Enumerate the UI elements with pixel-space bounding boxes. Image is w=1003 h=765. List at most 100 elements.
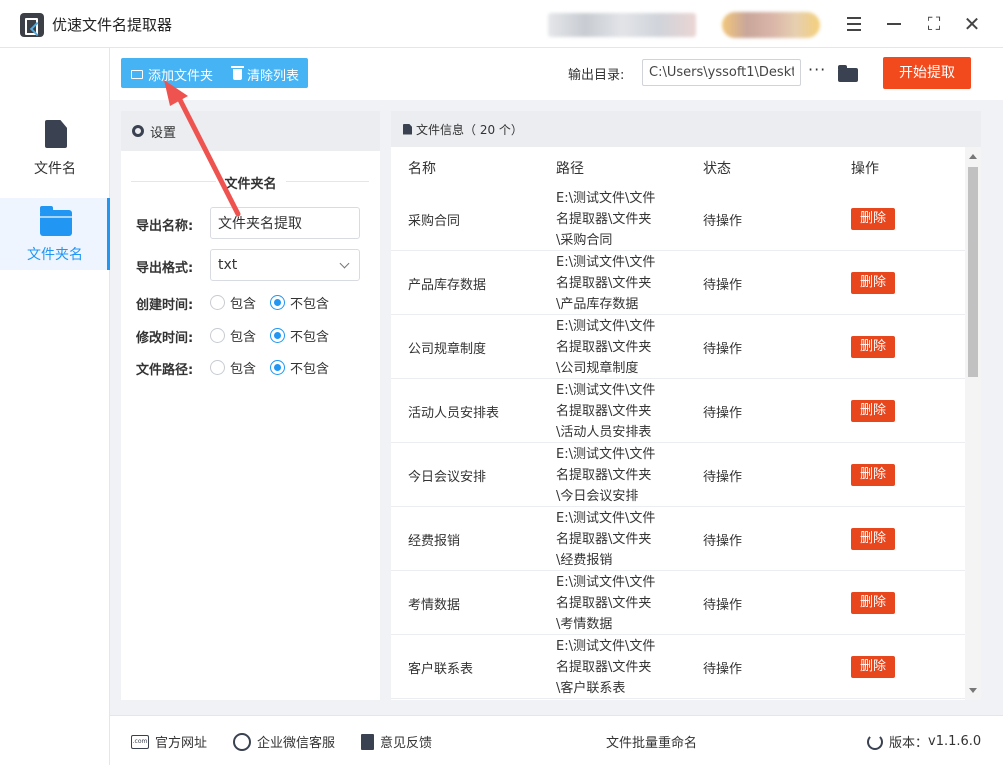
scroll-thumb[interactable] (968, 167, 978, 377)
table-header: 名称 路径 状态 操作 (391, 147, 965, 187)
sidebar: 文件名 文件夹名 (0, 48, 110, 765)
modified-include-option[interactable]: 包含 (210, 326, 256, 345)
app-logo-icon (20, 13, 44, 37)
row-status: 待操作 (703, 406, 743, 421)
version-info[interactable]: 版本： v1.1.6.0 (867, 732, 981, 751)
website-link[interactable]: .com 官方网址 (131, 732, 207, 751)
gear-icon (132, 125, 144, 137)
add-folder-button[interactable]: 添加文件夹 (131, 65, 213, 84)
settings-panel: 设置 文件夹名 导出名称: 导出格式: txt 创建时间: 包含 不包含 修改时… (121, 111, 380, 700)
settings-header: 设置 (121, 111, 380, 151)
add-folder-label: 添加文件夹 (148, 69, 214, 84)
table-row: 今日会议安排 E:\测试文件\文件名提取器\文件夹\今日会议安排 待操作 删除 (391, 443, 965, 507)
radio-checked[interactable] (270, 360, 286, 375)
menu-icon[interactable] (842, 12, 866, 36)
option-label: 不包含 (290, 330, 330, 345)
sidebar-item-label: 文件夹名 (27, 247, 83, 263)
row-path: E:\测试文件\文件名提取器\文件夹\经费报销 (556, 511, 656, 568)
radio-checked[interactable] (270, 295, 286, 310)
table-row: 考情数据 E:\测试文件\文件名提取器\文件夹\考情数据 待操作 删除 (391, 571, 965, 635)
file-path-radio-group: 包含 不包含 (210, 358, 343, 377)
minimize-icon[interactable] (882, 12, 906, 36)
row-name: 活动人员安排表 (408, 406, 500, 421)
scroll-down-icon[interactable] (969, 688, 977, 693)
path-include-option[interactable]: 包含 (210, 358, 256, 377)
row-status: 待操作 (703, 214, 743, 229)
browse-folder-icon[interactable] (838, 65, 858, 82)
vertical-scrollbar[interactable] (965, 147, 981, 700)
row-path: E:\测试文件\文件名提取器\文件夹\今日会议安排 (556, 447, 656, 504)
row-path: E:\测试文件\文件名提取器\文件夹\活动人员安排表 (556, 383, 656, 440)
option-label: 包含 (230, 297, 257, 312)
batch-rename-link[interactable]: 文件批量重命名 (606, 732, 697, 751)
column-header-status: 状态 (703, 161, 731, 177)
column-header-path: 路径 (556, 161, 584, 177)
start-extract-button[interactable]: 开始提取 (883, 57, 971, 89)
row-name: 经费报销 (408, 534, 461, 549)
modified-exclude-option[interactable]: 不包含 (270, 326, 329, 345)
close-icon[interactable]: ✕ (960, 12, 984, 36)
created-time-radio-group: 包含 不包含 (210, 293, 343, 312)
sidebar-item-filename[interactable]: 文件名 (0, 112, 110, 184)
folder-outline-icon (131, 70, 143, 79)
row-path: E:\测试文件\文件名提取器\文件夹\客户联系表 (556, 639, 656, 696)
more-options-icon[interactable]: ··· (808, 60, 826, 79)
version-number: v1.1.6.0 (928, 734, 982, 749)
batch-rename-label: 文件批量重命名 (606, 736, 698, 751)
table-row: 客户联系表 E:\测试文件\文件名提取器\文件夹\客户联系表 待操作 删除 (391, 635, 965, 699)
delete-button[interactable]: 删除 (851, 656, 895, 678)
path-exclude-option[interactable]: 不包含 (270, 358, 329, 377)
export-format-value: txt (218, 257, 238, 273)
app-title: 优速文件名提取器 (52, 16, 173, 34)
delete-button[interactable]: 删除 (851, 528, 895, 550)
output-dir-input[interactable] (642, 59, 801, 86)
delete-button[interactable]: 删除 (851, 272, 895, 294)
delete-button[interactable]: 删除 (851, 464, 895, 486)
created-exclude-option[interactable]: 不包含 (270, 293, 329, 312)
table-row: 公司规章制度 E:\测试文件\文件名提取器\文件夹\公司规章制度 待操作 删除 (391, 315, 965, 379)
radio-unchecked[interactable] (210, 295, 225, 310)
refresh-icon (867, 733, 883, 750)
wechat-service-link[interactable]: 企业微信客服 (233, 732, 335, 751)
created-time-label: 创建时间: (136, 298, 194, 313)
maximize-icon[interactable]: ⛶ (922, 12, 946, 36)
row-name: 采购合同 (408, 214, 461, 229)
created-include-option[interactable]: 包含 (210, 293, 256, 312)
website-icon: .com (131, 734, 149, 749)
title-bar: 优速文件名提取器 ⛶ ✕ (0, 0, 1003, 48)
delete-button[interactable]: 删除 (851, 208, 895, 230)
blurred-user-badge[interactable] (722, 12, 820, 38)
scroll-up-icon[interactable] (969, 154, 977, 159)
table-row: 活动人员安排表 E:\测试文件\文件名提取器\文件夹\活动人员安排表 待操作 删… (391, 379, 965, 443)
option-label: 包含 (230, 330, 257, 345)
trash-icon (231, 66, 244, 80)
row-path: E:\测试文件\文件名提取器\文件夹\公司规章制度 (556, 319, 656, 376)
row-name: 公司规章制度 (408, 342, 487, 357)
modified-time-label: 修改时间: (136, 331, 194, 346)
row-status: 待操作 (703, 278, 743, 293)
export-format-select[interactable]: txt (210, 249, 360, 281)
delete-button[interactable]: 删除 (851, 336, 895, 358)
clear-list-label: 清除列表 (247, 69, 300, 84)
export-name-input[interactable] (210, 207, 360, 239)
row-status: 待操作 (703, 342, 743, 357)
row-status: 待操作 (703, 662, 743, 677)
radio-unchecked[interactable] (210, 360, 225, 375)
file-info-title: 文件信息（ 20 个） (416, 122, 523, 137)
version-label: 版本： (889, 736, 929, 751)
delete-button[interactable]: 删除 (851, 400, 895, 422)
row-name: 考情数据 (408, 598, 461, 613)
sidebar-item-foldername[interactable]: 文件夹名 (0, 198, 110, 270)
feedback-link[interactable]: 意见反馈 (361, 732, 432, 751)
delete-button[interactable]: 删除 (851, 592, 895, 614)
radio-unchecked[interactable] (210, 328, 225, 343)
row-name: 产品库存数据 (408, 278, 487, 293)
row-status: 待操作 (703, 534, 743, 549)
table-row: 产品库存数据 E:\测试文件\文件名提取器\文件夹\产品库存数据 待操作 删除 (391, 251, 965, 315)
table-row: 经费报销 E:\测试文件\文件名提取器\文件夹\经费报销 待操作 删除 (391, 507, 965, 571)
radio-checked[interactable] (270, 328, 286, 343)
chevron-down-icon (339, 258, 350, 268)
file-path-label: 文件路径: (136, 363, 194, 378)
clear-list-button[interactable]: 清除列表 (231, 65, 300, 84)
option-label: 不包含 (290, 362, 330, 377)
